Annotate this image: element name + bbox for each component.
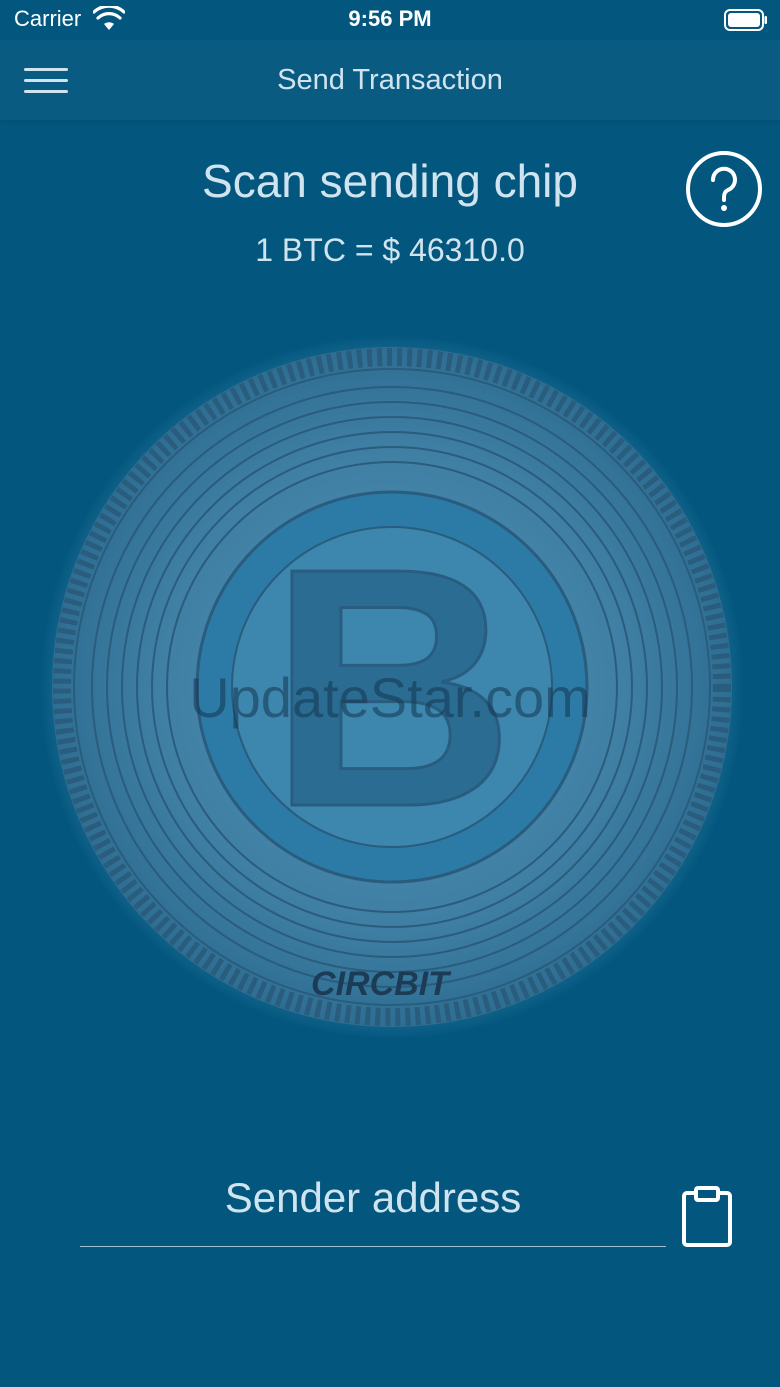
battery-icon bbox=[724, 9, 767, 31]
question-circle-icon[interactable] bbox=[685, 150, 763, 228]
sender-address-input[interactable] bbox=[80, 1150, 666, 1247]
exchange-rate: 1 BTC = $ 46310.0 bbox=[255, 232, 525, 268]
nav-bar: Send Transaction bbox=[0, 40, 780, 120]
status-time: 9:56 PM bbox=[348, 6, 432, 31]
scan-title: Scan sending chip bbox=[202, 155, 578, 207]
nav-title: Send Transaction bbox=[277, 64, 503, 96]
watermark-text: UpdateStar.com bbox=[189, 666, 591, 729]
status-bar: Carrier 9:56 PM bbox=[0, 0, 780, 40]
coin-brand-label: CIRCBIT bbox=[311, 965, 452, 1003]
clipboard-icon[interactable] bbox=[680, 1185, 734, 1247]
